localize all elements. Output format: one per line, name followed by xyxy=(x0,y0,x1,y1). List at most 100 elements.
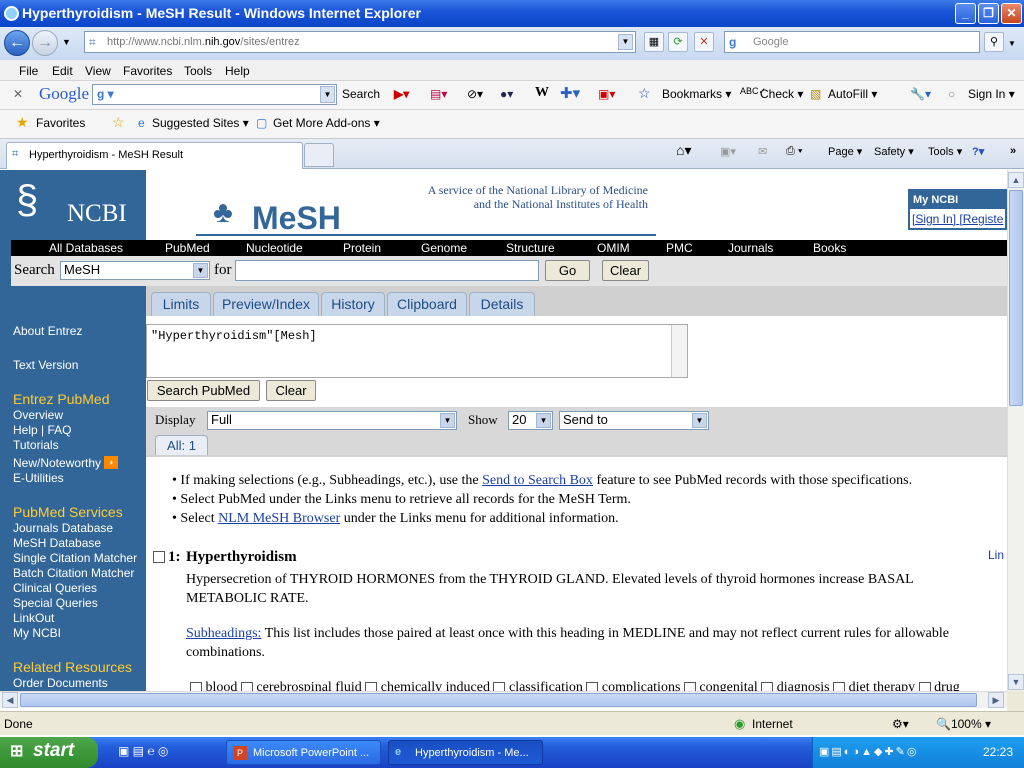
google-search-input[interactable]: g ▾ ▼ xyxy=(92,84,337,105)
help-icon[interactable]: ?▾ xyxy=(972,145,984,158)
subheading-checkbox[interactable] xyxy=(833,681,846,691)
popup-blocker-icon[interactable]: ▣▾ xyxy=(598,87,615,101)
query-scrollbar[interactable] xyxy=(671,325,687,377)
news-icon[interactable]: ▤▾ xyxy=(430,87,447,101)
pagerank-icon[interactable]: ⊘▾ xyxy=(467,87,483,101)
tab-limits[interactable]: Limits xyxy=(151,292,211,316)
subheading-checkbox[interactable] xyxy=(918,681,931,691)
task-powerpoint[interactable]: P Microsoft PowerPoint ... xyxy=(226,740,381,765)
search-options-icon[interactable]: ▼ xyxy=(1008,39,1016,48)
quick-launch-icons[interactable]: ▣ ▤ ℮ ◎ xyxy=(118,744,168,758)
tab-details[interactable]: Details xyxy=(469,292,535,316)
suggested-sites-link[interactable]: Suggested Sites ▾ xyxy=(152,116,249,130)
sidebar-special-queries[interactable]: Special Queries xyxy=(13,596,98,610)
home-icon[interactable]: ⌂▾ xyxy=(676,142,691,159)
wrench-icon[interactable]: 🔧▾ xyxy=(910,87,931,101)
globe-icon[interactable]: ●▾ xyxy=(500,87,513,101)
address-bar[interactable]: ⌗ http://www.ncbi.nlm.nih.gov/sites/entr… xyxy=(84,31,636,53)
chevron-more-icon[interactable]: » xyxy=(1010,145,1016,157)
youtube-icon[interactable]: ▶▾ xyxy=(394,87,409,101)
send-to-search-box-link[interactable]: Send to Search Box xyxy=(482,473,593,488)
db-pubmed[interactable]: PubMed xyxy=(165,241,210,255)
wikipedia-icon[interactable]: W xyxy=(535,85,549,101)
get-addons-link[interactable]: Get More Add-ons ▾ xyxy=(273,116,380,130)
google-search-button[interactable]: Search xyxy=(342,87,380,101)
feeds-icon[interactable]: ▣▾ xyxy=(720,145,736,158)
check-button[interactable]: Check ▾ xyxy=(760,87,803,101)
db-books[interactable]: Books xyxy=(813,241,846,255)
favorites-button[interactable]: Favorites xyxy=(36,116,85,130)
vertical-scroll-thumb[interactable] xyxy=(1009,190,1023,406)
sidebar-single-citation[interactable]: Single Citation Matcher xyxy=(13,551,137,565)
send-to-select[interactable]: Send to ▼ xyxy=(559,411,709,430)
web-search-box[interactable]: g Google xyxy=(724,31,980,53)
clear-search-button[interactable]: Clear xyxy=(602,260,649,281)
start-button[interactable]: ⊞ start xyxy=(0,737,98,768)
new-tab-button[interactable] xyxy=(304,143,334,167)
tab-preview-index[interactable]: Preview/Index xyxy=(213,292,319,316)
history-dropdown-icon[interactable]: ▼ xyxy=(62,37,71,47)
subheading-checkbox[interactable] xyxy=(240,681,253,691)
database-select[interactable]: MeSH ▼ xyxy=(60,261,210,280)
query-textarea[interactable]: "Hyperthyroidism"[Mesh] xyxy=(146,324,688,378)
search-magnifier-icon[interactable]: ⚲ xyxy=(984,32,1004,52)
sidebar-order-documents[interactable]: Order Documents xyxy=(13,676,108,690)
menu-file[interactable]: File xyxy=(19,64,38,78)
google-search-dropdown-icon[interactable]: ▼ xyxy=(320,86,335,103)
horizontal-scrollbar[interactable]: ◀ ▶ xyxy=(0,691,1007,708)
db-nucleotide[interactable]: Nucleotide xyxy=(246,241,303,255)
page-menu[interactable]: Page ▾ xyxy=(828,145,862,158)
db-pmc[interactable]: PMC xyxy=(666,241,693,255)
sidebar-new-noteworthy[interactable]: New/Noteworthy ◗ xyxy=(13,456,119,470)
scroll-left-icon[interactable]: ◀ xyxy=(2,692,18,708)
sign-in-link[interactable]: [Sign In] xyxy=(912,212,956,226)
autofill-button[interactable]: AutoFill ▾ xyxy=(828,87,877,101)
subheading-checkbox[interactable] xyxy=(190,681,202,691)
minimize-button[interactable]: _ xyxy=(955,3,976,24)
sidebar-linkout[interactable]: LinkOut xyxy=(13,611,54,625)
db-protein[interactable]: Protein xyxy=(343,241,381,255)
subheading-checkbox[interactable] xyxy=(493,681,506,691)
tray-icons[interactable]: ▣▤◐◑▲◆✚✎◎ xyxy=(819,745,918,758)
menu-view[interactable]: View xyxy=(85,64,111,78)
subheading-checkbox[interactable] xyxy=(365,681,378,691)
refresh-icon[interactable]: ⟳ xyxy=(668,32,688,52)
menu-tools[interactable]: Tools xyxy=(184,64,212,78)
menu-help[interactable]: Help xyxy=(225,64,250,78)
tab-clipboard[interactable]: Clipboard xyxy=(387,292,467,316)
db-genome[interactable]: Genome xyxy=(421,241,467,255)
search-term-input[interactable] xyxy=(235,260,539,281)
scroll-right-icon[interactable]: ▶ xyxy=(988,692,1004,708)
back-button[interactable]: ← xyxy=(4,30,30,56)
forward-button[interactable]: → xyxy=(32,30,58,56)
subheading-checkbox[interactable] xyxy=(586,681,599,691)
db-structure[interactable]: Structure xyxy=(506,241,555,255)
scroll-down-icon[interactable]: ▼ xyxy=(1008,674,1024,690)
subheadings-link[interactable]: Subheadings: xyxy=(186,626,261,641)
links-menu[interactable]: Lin xyxy=(988,548,1004,562)
sidebar-my-ncbi[interactable]: My NCBI xyxy=(13,626,61,640)
toolbar-close-icon[interactable]: ✕ xyxy=(13,87,23,101)
go-button[interactable]: Go xyxy=(545,260,590,281)
mail-icon[interactable]: ✉ xyxy=(758,145,767,158)
scroll-up-icon[interactable]: ▲ xyxy=(1008,172,1024,188)
sidebar-overview[interactable]: Overview xyxy=(13,408,63,422)
menu-favorites[interactable]: Favorites xyxy=(123,64,172,78)
sidebar-tutorials[interactable]: Tutorials xyxy=(13,438,59,452)
ncbi-logo[interactable]: § NCBI xyxy=(0,170,146,240)
sidebar-clinical-queries[interactable]: Clinical Queries xyxy=(13,581,97,595)
compatibility-icon[interactable]: ▦ xyxy=(644,32,664,52)
db-all-databases[interactable]: All Databases xyxy=(49,241,123,255)
maximize-button[interactable]: ❐ xyxy=(978,3,999,24)
tab-history[interactable]: History xyxy=(321,292,385,316)
add-button-icon[interactable]: ✚▾ xyxy=(560,84,580,102)
display-format-select[interactable]: Full ▼ xyxy=(207,411,457,430)
nlm-mesh-browser-link[interactable]: NLM MeSH Browser xyxy=(218,511,340,526)
menu-edit[interactable]: Edit xyxy=(52,64,73,78)
horizontal-scroll-thumb[interactable] xyxy=(20,693,977,707)
zoom-control[interactable]: 🔍100% ▾ xyxy=(936,717,991,731)
clear-query-button[interactable]: Clear xyxy=(266,380,316,401)
close-button[interactable]: ✕ xyxy=(1001,3,1022,24)
show-count-select[interactable]: 20 ▼ xyxy=(508,411,553,430)
db-omim[interactable]: OMIM xyxy=(597,241,630,255)
